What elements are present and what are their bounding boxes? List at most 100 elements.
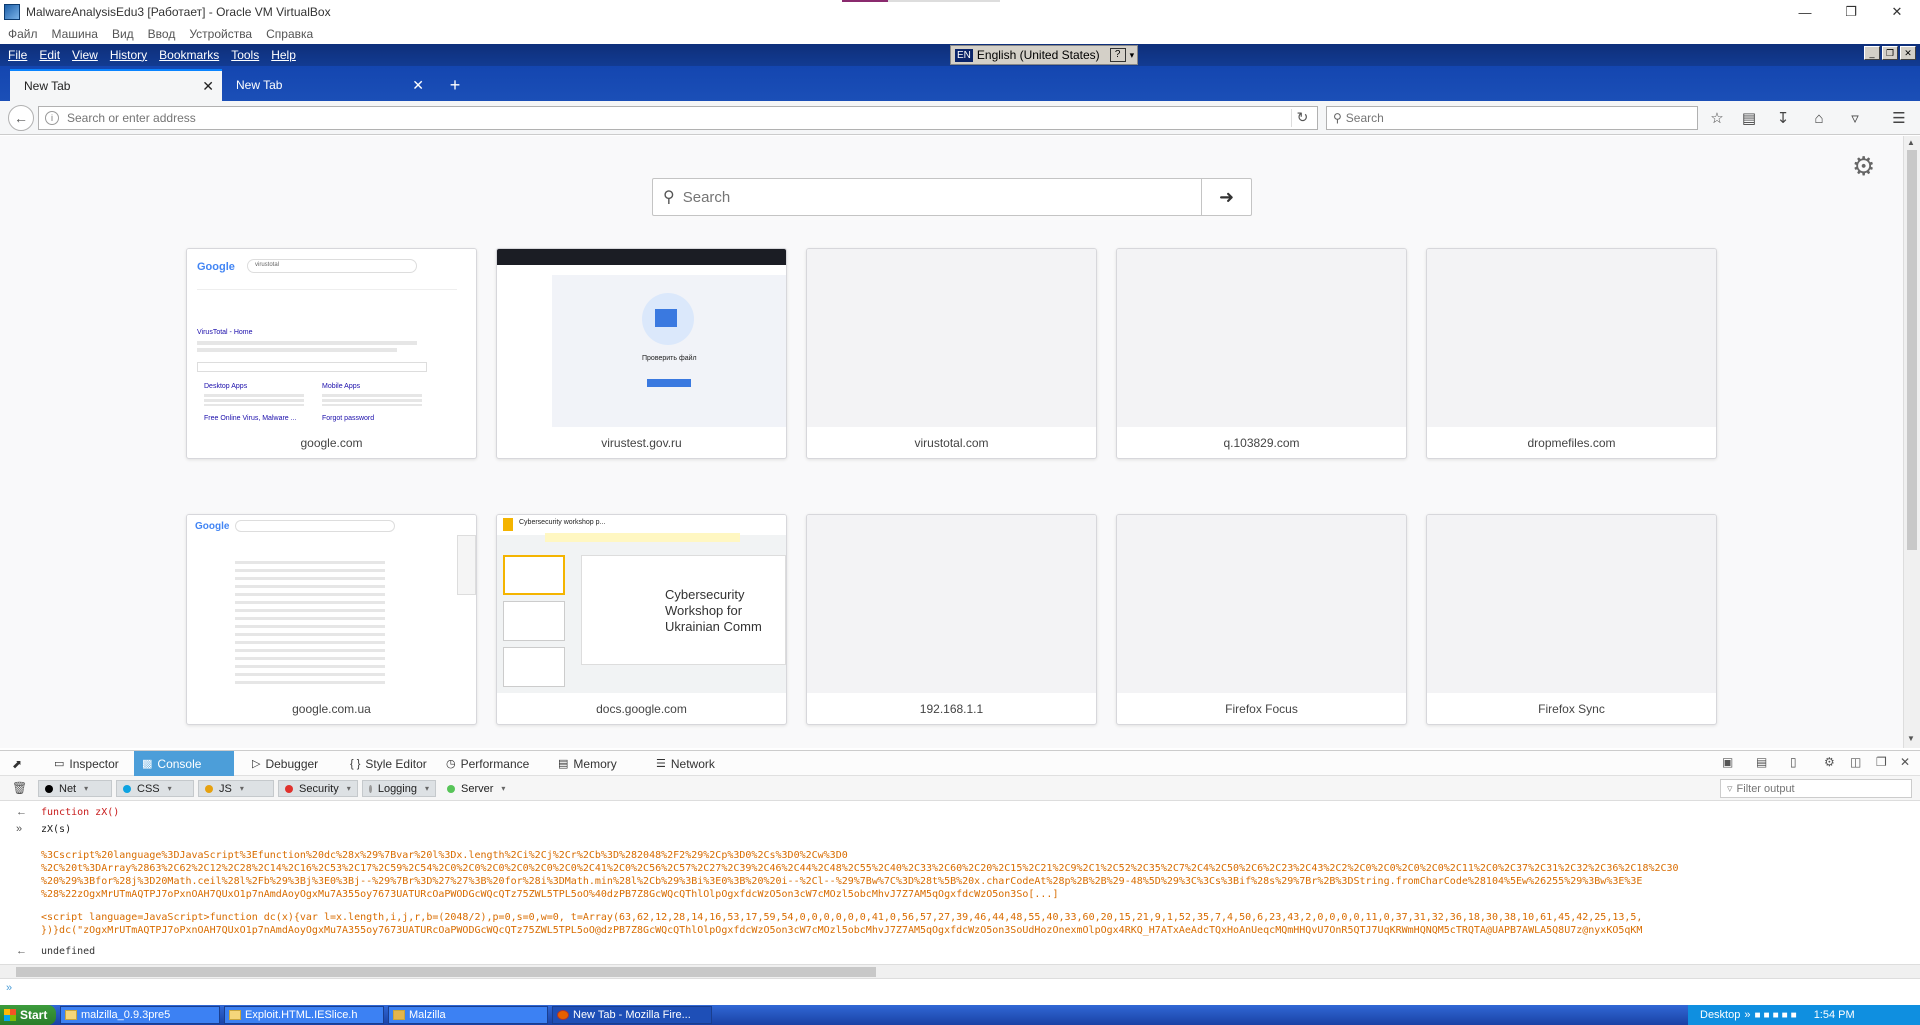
top-site-tile[interactable]: 192.168.1.1 xyxy=(806,514,1097,725)
close-devtools-icon[interactable]: ✕ xyxy=(1900,755,1910,769)
settings-gear-icon[interactable]: ⚙ xyxy=(1824,755,1835,769)
filter-css[interactable]: CSS ▾ xyxy=(116,780,194,797)
host-menu-devices[interactable]: Устройства xyxy=(189,27,252,41)
filter-js[interactable]: JS ▾ xyxy=(198,780,274,797)
menu-history[interactable]: History xyxy=(110,48,147,62)
scrollbar-thumb[interactable] xyxy=(16,967,876,977)
menu-help[interactable]: Help xyxy=(271,48,296,62)
close-tab-icon[interactable]: ✕ xyxy=(412,77,424,94)
menu-tools[interactable]: Tools xyxy=(231,48,259,62)
tab-performance[interactable]: ◷ Performance xyxy=(438,751,537,776)
menu-view[interactable]: View xyxy=(72,48,98,62)
top-site-tile[interactable]: Cybersecurity workshop p... Cybersecurit… xyxy=(496,514,787,725)
reload-icon[interactable]: ↻ xyxy=(1291,109,1313,127)
tab-memory[interactable]: ▤ Memory xyxy=(550,751,625,776)
menu-file[interactable]: File xyxy=(8,48,27,62)
host-menu-view[interactable]: Вид xyxy=(112,27,134,41)
top-site-tile[interactable]: Firefox Sync xyxy=(1426,514,1717,725)
tray-icons[interactable]: ■■■■■ xyxy=(1754,1010,1799,1021)
tab-style-editor[interactable]: { } Style Editor xyxy=(342,751,435,776)
chevron-down-icon[interactable]: ▾ xyxy=(1130,50,1138,61)
chevron-down-icon[interactable]: ▾ xyxy=(347,784,351,793)
hamburger-menu-icon[interactable]: ☰ xyxy=(1888,107,1910,129)
menu-edit[interactable]: Edit xyxy=(39,48,60,62)
top-site-tile[interactable]: Проверить файл virustest.gov.ru xyxy=(496,248,787,459)
library-icon[interactable]: ▤ xyxy=(1738,107,1760,129)
new-tab-button[interactable]: + xyxy=(442,71,468,99)
page-scrollbar[interactable]: ▲ ▼ xyxy=(1903,136,1920,748)
scratchpad-icon[interactable]: ▤ xyxy=(1756,755,1767,769)
console-input[interactable]: » xyxy=(0,978,1920,1001)
system-tray: Desktop » ■■■■■ 1:54 PM xyxy=(1688,1005,1920,1025)
host-menu-help[interactable]: Справка xyxy=(266,27,313,41)
chevron-right-icon[interactable]: » xyxy=(1744,1009,1750,1021)
close-icon[interactable]: ✕ xyxy=(1874,0,1920,24)
taskbar-item-exploit-folder[interactable]: Exploit.HTML.IESlice.h xyxy=(224,1006,384,1024)
info-icon[interactable]: i xyxy=(45,111,59,125)
host-menu-machine[interactable]: Машина xyxy=(52,27,98,41)
trash-icon[interactable]: 🗑 xyxy=(12,781,27,795)
host-menu-input[interactable]: Ввод xyxy=(148,27,176,41)
top-site-tile[interactable]: Firefox Focus xyxy=(1116,514,1407,725)
tab-new-tab[interactable]: New Tab ✕ xyxy=(222,69,432,101)
top-site-tile[interactable]: Google virustotal VirusTotal - Home Desk… xyxy=(186,248,477,459)
bookmark-star-icon[interactable]: ☆ xyxy=(1706,107,1728,129)
filter-net[interactable]: Net ▾ xyxy=(38,780,112,797)
taskbar-item-malzilla[interactable]: Malzilla xyxy=(388,1006,548,1024)
split-console-icon[interactable]: ▣ xyxy=(1722,755,1733,769)
minimize-icon[interactable]: — xyxy=(1782,0,1828,24)
filter-output-box[interactable]: ▿ xyxy=(1720,779,1912,798)
gear-icon[interactable]: ⚙ xyxy=(1852,152,1880,180)
home-icon[interactable]: ⌂ xyxy=(1808,107,1830,129)
newtab-search-box[interactable]: ⚲ ➜ xyxy=(652,178,1252,216)
scroll-down-icon[interactable]: ▼ xyxy=(1907,734,1915,743)
host-menu-file[interactable]: Файл xyxy=(8,27,38,41)
top-site-tile[interactable]: q.103829.com xyxy=(1116,248,1407,459)
tab-console[interactable]: ▩ Console xyxy=(134,751,234,776)
help-icon[interactable]: ? xyxy=(1109,48,1126,62)
chevron-down-icon[interactable]: ▾ xyxy=(84,784,88,793)
chevron-down-icon[interactable]: ▾ xyxy=(168,784,172,793)
filter-output-input[interactable] xyxy=(1736,782,1897,795)
filter-server[interactable]: Server ▾ xyxy=(440,780,514,797)
guest-restore-icon[interactable]: ❐ xyxy=(1882,46,1898,60)
chevron-down-icon[interactable]: ▾ xyxy=(501,784,505,793)
url-bar[interactable]: i ↻ xyxy=(38,106,1318,130)
taskbar-item-malzilla-folder[interactable]: malzilla_0.9.3pre5 xyxy=(60,1006,220,1024)
element-picker-icon[interactable]: ⬈ xyxy=(4,751,30,776)
toolbar-search-input[interactable] xyxy=(1345,111,1676,125)
scroll-up-icon[interactable]: ▲ xyxy=(1907,138,1915,147)
downloads-icon[interactable]: ↧ xyxy=(1772,107,1794,129)
close-tab-icon[interactable]: ✕ xyxy=(202,78,214,95)
filter-logging[interactable]: Logging ▾ xyxy=(362,780,436,797)
url-input[interactable] xyxy=(67,111,1247,125)
guest-minimize-icon[interactable]: _ xyxy=(1864,46,1880,60)
top-site-tile[interactable]: dropmefiles.com xyxy=(1426,248,1717,459)
filter-security[interactable]: Security ▾ xyxy=(278,780,358,797)
taskbar-item-firefox[interactable]: New Tab - Mozilla Fire... xyxy=(552,1006,712,1024)
tab-new-tab-active[interactable]: New Tab ✕ xyxy=(10,69,222,101)
tab-inspector[interactable]: ▭ Inspector xyxy=(46,751,127,776)
start-button[interactable]: Start xyxy=(0,1005,56,1025)
scrollbar-thumb[interactable] xyxy=(1907,150,1917,550)
tab-network[interactable]: ☰ Network xyxy=(648,751,723,776)
dock-side-icon[interactable]: ◫ xyxy=(1850,755,1861,769)
pocket-icon[interactable]: ▿ xyxy=(1844,107,1866,129)
menu-bookmarks[interactable]: Bookmarks xyxy=(159,48,219,62)
desktop-toolbar-label[interactable]: Desktop xyxy=(1700,1009,1740,1021)
chevron-down-icon[interactable]: ▾ xyxy=(425,784,429,793)
undock-icon[interactable]: ❐ xyxy=(1876,755,1887,769)
guest-close-icon[interactable]: ✕ xyxy=(1900,46,1916,60)
responsive-mode-icon[interactable]: ▯ xyxy=(1790,755,1797,769)
back-button[interactable]: ← xyxy=(8,105,34,131)
newtab-search-input[interactable] xyxy=(682,188,1173,206)
search-go-arrow-icon[interactable]: ➜ xyxy=(1201,179,1251,215)
console-horizontal-scrollbar[interactable] xyxy=(0,964,1920,978)
chevron-down-icon[interactable]: ▾ xyxy=(240,784,244,793)
toolbar-search-box[interactable]: ⚲ xyxy=(1326,106,1698,130)
tab-debugger[interactable]: ▷ Debugger xyxy=(244,751,326,776)
restore-icon[interactable]: ❐ xyxy=(1828,0,1874,24)
language-bar[interactable]: EN English (United States) ? ▾ xyxy=(950,45,1139,65)
top-site-tile[interactable]: Google google.com.ua xyxy=(186,514,477,725)
top-site-tile[interactable]: virustotal.com xyxy=(806,248,1097,459)
